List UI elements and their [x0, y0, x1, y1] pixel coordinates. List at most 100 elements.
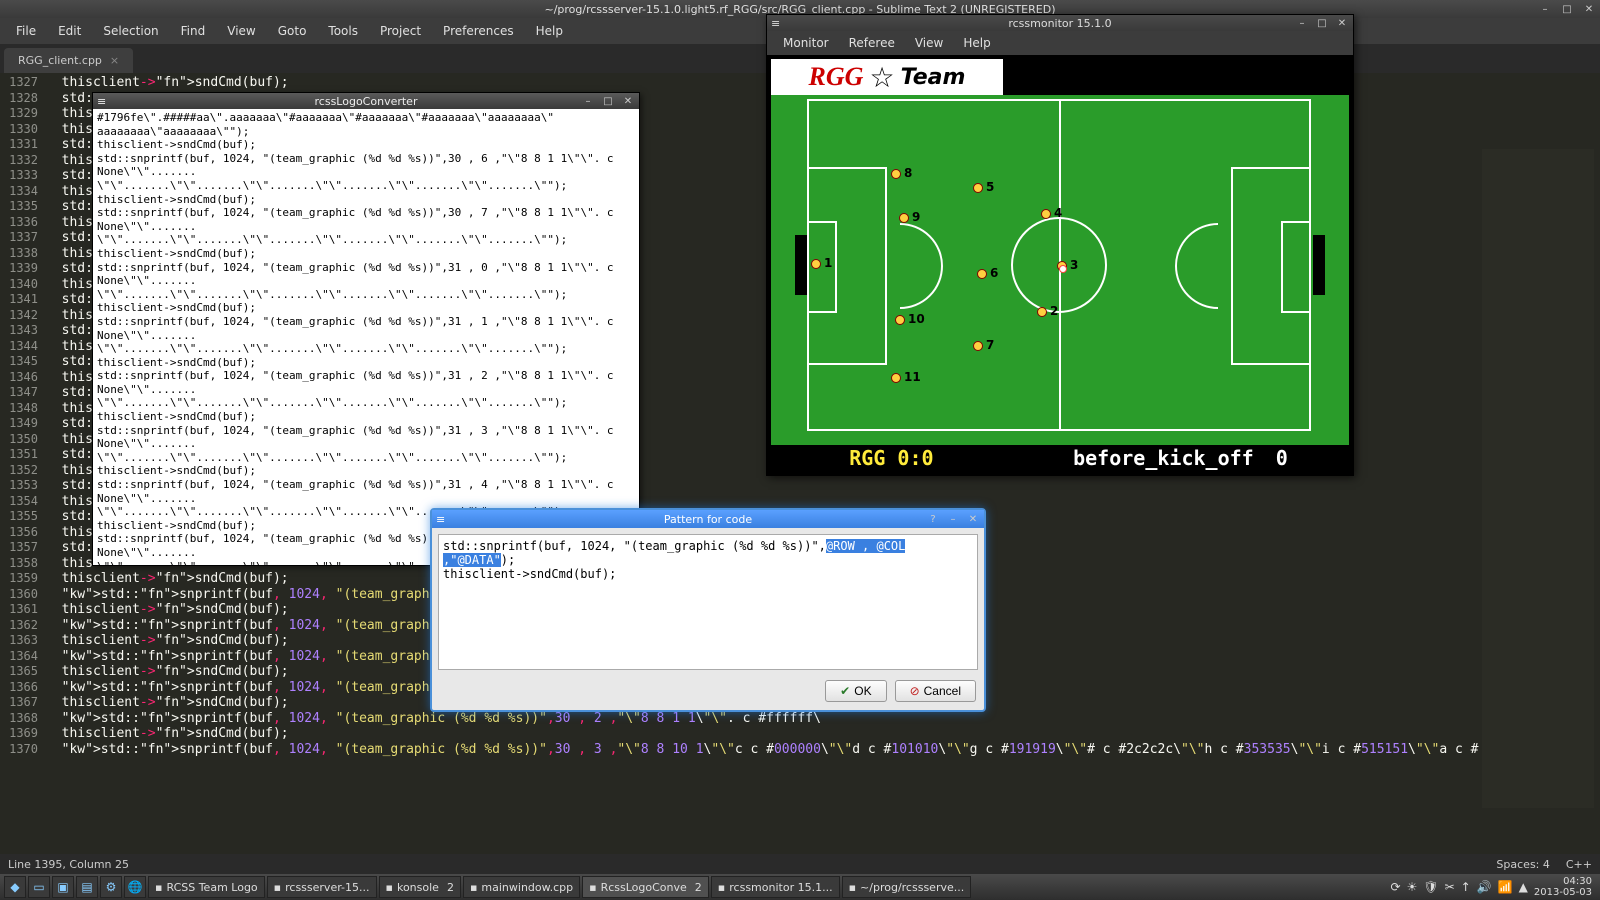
player-number: 7 [986, 338, 994, 352]
task-button[interactable]: ▪mainwindow.cpp [463, 876, 580, 898]
game-time-text: 0 [1276, 446, 1288, 470]
menu-help[interactable]: Help [526, 20, 573, 42]
pattern-title: Pattern for code [664, 513, 752, 526]
player-2[interactable]: 2 [1037, 307, 1047, 317]
volume-icon[interactable]: 🔊 [1477, 880, 1492, 894]
window-menu-icon[interactable]: ≡ [97, 95, 106, 108]
minimap[interactable] [1482, 149, 1594, 808]
goal-right [1313, 235, 1325, 295]
player-7[interactable]: 7 [973, 341, 983, 351]
tray-icon[interactable]: ☀ [1407, 880, 1418, 894]
score-bar: RGG 0:0 before_kick_off 0 [771, 445, 1349, 471]
panel-clock[interactable]: 04:30 2013-05-03 [1534, 876, 1596, 898]
maximize-icon[interactable]: □ [1560, 2, 1574, 16]
window-menu-icon[interactable]: ≡ [771, 17, 780, 30]
close-icon[interactable]: ✕ [966, 512, 980, 526]
menu-view[interactable]: View [905, 33, 953, 53]
taskbar[interactable]: ◆ ▭ ▣ ▤ ⚙ 🌐 ▪RCSS Team Logo▪rcssserver-1… [0, 874, 1600, 900]
maximize-icon[interactable]: □ [1315, 16, 1329, 30]
player-1[interactable]: 1 [811, 259, 821, 269]
editor-tab[interactable]: RGG_client.cpp × [4, 48, 133, 73]
status-position: Line 1395, Column 25 [8, 858, 129, 871]
player-number: 10 [908, 312, 925, 326]
pattern-title-bar[interactable]: ≡ Pattern for code ? – ✕ [432, 510, 984, 528]
pattern-textarea[interactable]: std::snprintf(buf, 1024, "(team_graphic … [438, 534, 978, 670]
task-button[interactable]: ▪konsole2 [379, 876, 461, 898]
goal-left [795, 235, 807, 295]
monitor-menu-bar: MonitorRefereeViewHelp [767, 31, 1353, 55]
menu-view[interactable]: View [217, 20, 265, 42]
menu-tools[interactable]: Tools [318, 20, 368, 42]
player-number: 5 [986, 180, 994, 194]
player-number: 8 [904, 166, 912, 180]
tray-icon[interactable]: 🛡 [1423, 880, 1438, 894]
tray-icon[interactable]: ⟳ [1391, 880, 1401, 894]
task-button[interactable]: ▪RCSS Team Logo [148, 876, 265, 898]
minimize-icon[interactable]: – [1538, 2, 1552, 16]
menu-preferences[interactable]: Preferences [433, 20, 524, 42]
menu-selection[interactable]: Selection [93, 20, 168, 42]
task-button[interactable]: ▪rcssmonitor 15.1... [711, 876, 840, 898]
player-count-indicator: 11 [1147, 79, 1289, 95]
menu-help[interactable]: Help [953, 33, 1000, 53]
network-icon[interactable]: 📶 [1498, 880, 1513, 894]
menu-project[interactable]: Project [370, 20, 431, 42]
close-icon[interactable]: ✕ [1335, 16, 1349, 30]
terminal-icon[interactable]: ▣ [52, 876, 74, 898]
close-icon[interactable]: ✕ [1582, 2, 1596, 16]
logoconverter-title-bar[interactable]: ≡ rcssLogoConverter – □ ✕ [93, 93, 639, 109]
player-5[interactable]: 5 [973, 183, 983, 193]
player-10[interactable]: 10 [895, 315, 905, 325]
task-button[interactable]: ▪RcssLogoConve2 [582, 876, 709, 898]
help-icon[interactable]: ? [926, 512, 940, 526]
field-viewport[interactable]: RGG ☆ Team 11 1234567891011 RGG 0:0 be [767, 55, 1353, 475]
tray-icon[interactable]: ▲ [1519, 880, 1528, 894]
minimize-icon[interactable]: – [1295, 16, 1309, 30]
menu-monitor[interactable]: Monitor [773, 33, 839, 53]
app-launcher-icon[interactable]: ◆ [4, 876, 26, 898]
player-6[interactable]: 6 [977, 269, 987, 279]
editor-icon[interactable]: ▤ [76, 876, 98, 898]
player-11[interactable]: 11 [891, 373, 901, 383]
menu-find[interactable]: Find [171, 20, 216, 42]
rcssmonitor-window[interactable]: ≡ rcssmonitor 15.1.0 – □ ✕ MonitorRefere… [766, 14, 1354, 476]
menu-file[interactable]: File [6, 20, 46, 42]
logoconverter-text[interactable]: #1796fe\".#####aa\".aaaaaaa\"#aaaaaaa\"#… [93, 109, 639, 565]
cancel-button[interactable]: ⊘ Cancel [895, 680, 976, 702]
minimize-icon[interactable]: – [581, 94, 595, 108]
status-spaces[interactable]: Spaces: 4 [1496, 858, 1549, 871]
logo-team-text: Team [901, 65, 966, 90]
filemanager-icon[interactable]: ▭ [28, 876, 50, 898]
pattern-dialog[interactable]: ≡ Pattern for code ? – ✕ std::snprintf(b… [430, 508, 986, 712]
window-menu-icon[interactable]: ≡ [436, 513, 445, 526]
tab-label: RGG_client.cpp [18, 54, 102, 67]
monitor-title: rcssmonitor 15.1.0 [1008, 17, 1111, 30]
ball[interactable] [1059, 265, 1067, 273]
tray-icon[interactable]: ✂ [1445, 880, 1455, 894]
player-8[interactable]: 8 [891, 169, 901, 179]
cancel-icon: ⊘ [910, 684, 920, 698]
browser-icon[interactable]: 🌐 [124, 876, 146, 898]
menu-goto[interactable]: Goto [268, 20, 317, 42]
tray-icon[interactable]: ↑ [1461, 880, 1471, 894]
player-4[interactable]: 4 [1041, 209, 1051, 219]
menu-edit[interactable]: Edit [48, 20, 91, 42]
menu-referee[interactable]: Referee [839, 33, 905, 53]
minimize-icon[interactable]: – [946, 512, 960, 526]
maximize-icon[interactable]: □ [601, 94, 615, 108]
logoconverter-title: rcssLogoConverter [315, 95, 418, 108]
status-language[interactable]: C++ [1566, 858, 1592, 871]
monitor-title-bar[interactable]: ≡ rcssmonitor 15.1.0 – □ ✕ [767, 15, 1353, 31]
logoconverter-window[interactable]: ≡ rcssLogoConverter – □ ✕ #1796fe\".####… [92, 92, 640, 566]
player-number: 1 [824, 256, 832, 270]
system-tray[interactable]: ⟳ ☀ 🛡 ✂ ↑ 🔊 📶 ▲ 04:30 2013-05-03 [1391, 876, 1596, 898]
task-button[interactable]: ▪~/prog/rcssserve... [842, 876, 972, 898]
player-9[interactable]: 9 [899, 213, 909, 223]
settings-icon[interactable]: ⚙ [100, 876, 122, 898]
task-button[interactable]: ▪rcssserver-15... [267, 876, 377, 898]
player-number: 4 [1054, 206, 1062, 220]
close-icon[interactable]: × [110, 54, 119, 67]
pitch: 1234567891011 [807, 99, 1311, 431]
ok-button[interactable]: ✔ OK [825, 680, 886, 702]
close-icon[interactable]: ✕ [621, 94, 635, 108]
